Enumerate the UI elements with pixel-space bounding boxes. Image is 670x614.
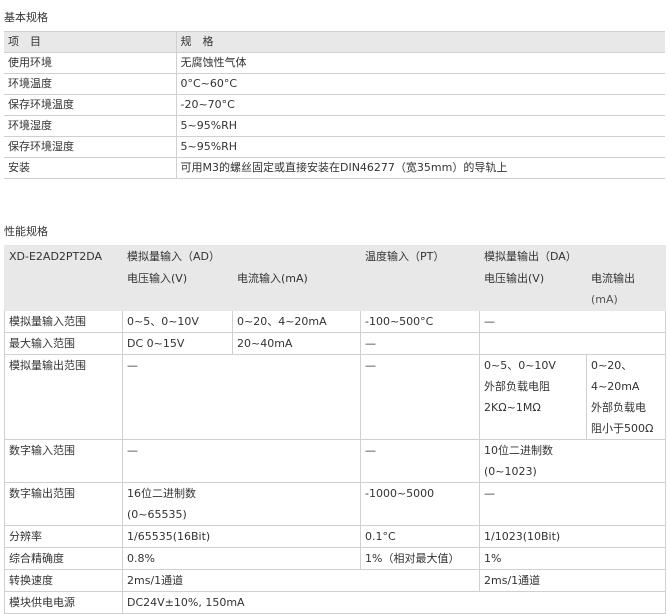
basic-specs-title: 基本规格 (4, 11, 48, 24)
cell-ad: — (122, 354, 361, 440)
row-label: 数字输出范围 (4, 482, 123, 526)
row-value: 0°C~60°C (175, 73, 665, 95)
current-output-range-2: 4~20mA (591, 380, 640, 393)
subheader-current-output-line2: (mA) (591, 293, 618, 306)
cell-ad: 16位二进制数 (0~65535) (122, 482, 361, 526)
row-label: 使用环境 (4, 52, 176, 74)
table-row: 转换速度 2ms/1通道 2ms/1通道 (4, 569, 666, 592)
table-header-row: XD-E2AD2PT2DA 模拟量输入（AD） 温度输入（PT） 模拟量输出（D… (4, 245, 666, 268)
model-name: XD-E2AD2PT2DA (4, 245, 123, 268)
header-spec: 规 格 (175, 31, 665, 53)
cell-pt-input: 0.1°C (360, 525, 480, 548)
cell-da-output: 2ms/1通道 (479, 569, 666, 592)
header-da-output: 模拟量输出（DA） (479, 245, 666, 268)
row-label: 数字输入范围 (4, 439, 123, 483)
current-output-load-1: 外部负载电 (591, 401, 646, 414)
table-header-row: 项 目 规 格 (4, 31, 665, 53)
digital-output-range: 16位二进制数 (127, 487, 196, 500)
current-output-load-2: 阻小于500Ω (591, 422, 654, 435)
row-label: 最大输入范围 (4, 332, 123, 355)
row-value: -20~70°C (175, 94, 665, 116)
cell-ad: 0.8% (122, 547, 361, 570)
cell-pt-input: -100~500°C (360, 310, 480, 333)
header-item: 项 目 (4, 31, 176, 53)
voltage-output-load-label: 外部负载电阻 (484, 380, 550, 393)
digital-output-range-values: (0~65535) (127, 508, 187, 521)
cell-ad: 1/65535(16Bit) (122, 525, 361, 548)
row-label: 模拟量输出范围 (4, 354, 123, 440)
digital-input-range-values: (0~1023) (484, 465, 537, 478)
row-value: 5~95%RH (175, 115, 665, 137)
table-row: 模拟量输入范围 0~5、0~10V 0~20、4~20mA -100~500°C… (4, 310, 666, 333)
cell-pt-input: — (360, 439, 480, 483)
subheader-current-output: 电流输出 (mA) (586, 267, 666, 311)
cell-voltage-output: 0~5、0~10V 外部负载电阻 2KΩ~1MΩ (479, 354, 587, 440)
cell-da-output: 10位二进制数 (0~1023) (479, 439, 666, 483)
cell-current-input: 0~20、4~20mA (232, 310, 361, 333)
perf-specs-table: XD-E2AD2PT2DA 模拟量输入（AD） 温度输入（PT） 模拟量输出（D… (4, 245, 666, 614)
cell-da-output: 1% (479, 547, 666, 570)
voltage-output-load-value: 2KΩ~1MΩ (484, 401, 541, 414)
row-value: 5~95%RH (175, 136, 665, 158)
table-row: 环境温度 0°C~60°C (4, 73, 665, 95)
voltage-output-range: 0~5、0~10V (484, 359, 556, 372)
row-label: 综合精确度 (4, 547, 123, 570)
table-row: 综合精确度 0.8% 1%（相对最大值） 1% (4, 547, 666, 570)
header-ad-input: 模拟量输入（AD） (122, 245, 361, 268)
table-row: 数字输出范围 16位二进制数 (0~65535) -1000~5000 — (4, 482, 666, 526)
cell-current-input: 20~40mA (232, 332, 361, 355)
table-row: 最大输入范围 DC 0~15V 20~40mA — (4, 332, 666, 355)
table-row: 环境湿度 5~95%RH (4, 115, 665, 137)
table-row: 保存环境温度 -20~70°C (4, 94, 665, 116)
cell-pt-input: — (360, 354, 480, 440)
perf-specs-title: 性能规格 (4, 225, 48, 238)
row-label: 环境湿度 (4, 115, 176, 137)
table-row: 使用环境 无腐蚀性气体 (4, 52, 665, 74)
table-row: 模拟量输出范围 — — 0~5、0~10V 外部负载电阻 2KΩ~1MΩ 0~2… (4, 354, 666, 440)
subheader-voltage-input: 电压输入(V) (122, 267, 233, 311)
row-label: 环境温度 (4, 73, 176, 95)
cell-ad: 2ms/1通道 (122, 569, 480, 592)
cell-voltage-input: DC 0~15V (122, 332, 233, 355)
cell-ad: — (122, 439, 361, 483)
digital-input-range: 10位二进制数 (484, 444, 553, 457)
subheader-voltage-output: 电压输出(V) (479, 267, 587, 311)
row-value: 无腐蚀性气体 (175, 52, 665, 74)
subheader-current-input: 电流输入(mA) (232, 267, 361, 311)
row-label: 转换速度 (4, 569, 123, 592)
table-row: 分辨率 1/65535(16Bit) 0.1°C 1/1023(10Bit) (4, 525, 666, 548)
row-label: 模拟量输入范围 (4, 310, 123, 333)
subheader-current-output-line1: 电流输出 (591, 272, 635, 285)
cell-da-output: 1/1023(10Bit) (479, 525, 666, 548)
row-label: 保存环境温度 (4, 94, 176, 116)
table-row: 安装 可用M3的螺丝固定或直接安装在DIN46277（宽35mm）的导轨上 (4, 157, 665, 179)
row-label: 保存环境湿度 (4, 136, 176, 158)
basic-specs-table: 项 目 规 格 使用环境 无腐蚀性气体 环境温度 0°C~60°C 保存环境温度… (4, 31, 665, 179)
cell-pt-input: 1%（相对最大值） (360, 547, 480, 570)
table-subheader-row: 电压输入(V) 电流输入(mA) 电压输出(V) 电流输出 (mA) (4, 267, 666, 311)
header-pt-input: 温度输入（PT） (360, 245, 480, 268)
cell-da-output: — (479, 482, 666, 526)
table-row: 保存环境湿度 5~95%RH (4, 136, 665, 158)
cell-voltage-input: 0~5、0~10V (122, 310, 233, 333)
cell-pt-input: — (360, 332, 480, 355)
cell-current-output: 0~20、 4~20mA 外部负载电 阻小于500Ω (586, 354, 666, 440)
cell-pt-input: -1000~5000 (360, 482, 480, 526)
table-row: 数字输入范围 — — 10位二进制数 (0~1023) (4, 439, 666, 483)
current-output-range-1: 0~20、 (591, 359, 633, 372)
row-label: 安装 (4, 157, 176, 179)
cell-da-output: — (479, 310, 666, 333)
row-label: 分辨率 (4, 525, 123, 548)
row-value: 可用M3的螺丝固定或直接安装在DIN46277（宽35mm）的导轨上 (175, 157, 665, 179)
